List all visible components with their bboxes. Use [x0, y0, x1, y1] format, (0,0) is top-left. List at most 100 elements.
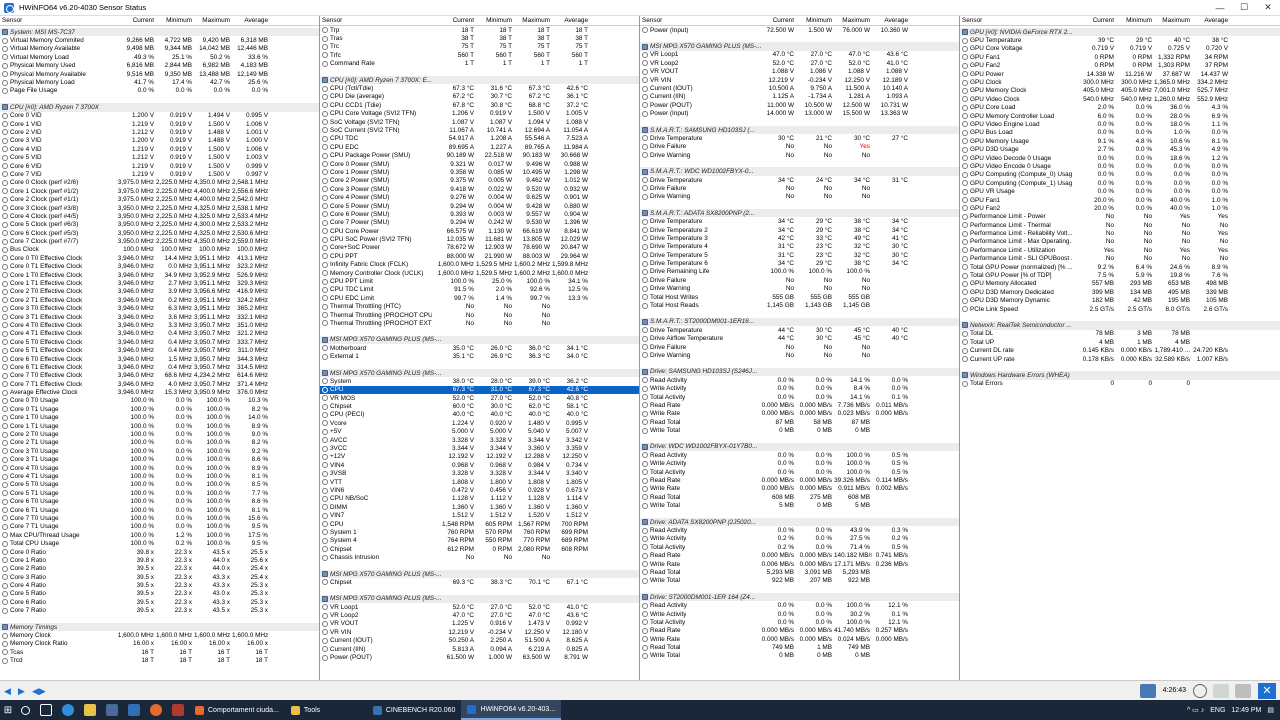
- sensor-row[interactable]: Total GPU Power [% of TDP] 7.5 % 5.9 % 19.8…: [960, 271, 1280, 279]
- sensor-row[interactable]: CPU PPT Limit 100.0 % 25.0 % 100.0 % 34.1 %: [320, 277, 639, 285]
- sensor-row[interactable]: VR Loop1 47.0 °C 27.0 °C 47.0 °C 43.6 °C: [640, 51, 959, 59]
- sensor-row[interactable]: Virtual Memory Available 9,498 MB 9,344 MB…: [0, 45, 319, 53]
- sensor-row[interactable]: Total Host Reads 1,145 GB 1,143 GB 1,145 GB: [640, 301, 959, 309]
- header-sensor[interactable]: Sensor: [320, 17, 432, 24]
- sensor-row[interactable]: Physical Memory Available 9,516 MB 9,350 M…: [0, 70, 319, 78]
- sensor-row[interactable]: Core 0 T1 Effective Clock 3,946.0 MHz 0.0 …: [0, 263, 319, 271]
- app-icon[interactable]: [172, 704, 184, 716]
- header-minimum[interactable]: Minimum: [796, 17, 834, 24]
- sensor-row[interactable]: Write Total 922 MB 207 MB 922 MB: [640, 577, 959, 585]
- sensor-row[interactable]: CPU EDC Limit 99.7 % 1.4 % 99.7 % 13.3 %: [320, 294, 639, 302]
- sensor-row[interactable]: Core 0 T0 Usage 100.0 % 0.0 % 100.0 % 10.3 %: [0, 397, 319, 405]
- sensor-group-header[interactable]: System: MSI MS-7C37: [0, 28, 319, 37]
- sensor-row[interactable]: Core 0 Clock (perf #2/6) 3,975.0 MHz 2,225…: [0, 179, 319, 187]
- sensor-row[interactable]: GPU Core Voltage 0.719 V 0.719 V 0.725 V 0.7…: [960, 45, 1280, 53]
- network-icon[interactable]: [1139, 683, 1156, 698]
- header-maximum[interactable]: Maximum: [834, 17, 872, 24]
- sensor-row[interactable]: Core 6 T1 Usage 100.0 % 0.0 % 100.0 % 8.1 %: [0, 506, 319, 514]
- sensor-row[interactable]: Core 4 Power (SMU) 9.276 W 0.004 W 9.625 W0…: [320, 193, 639, 201]
- sensor-row[interactable]: Core 6 Clock (perf #5/3) 3,950.0 MHz 2,225…: [0, 229, 319, 237]
- notification-icon[interactable]: ▤: [1267, 706, 1274, 714]
- sensor-row[interactable]: Write Rate 0.000 MB/s 0.000 MB/s 0.023 MB/s…: [640, 410, 959, 418]
- sensor-row[interactable]: GPU Fan1 0 RPM 0 RPM 1,332 RPM 34 RPM: [960, 53, 1280, 61]
- sensor-row[interactable]: Current (IIN) 1.125 A -1.734 A 1.281 A 1.093…: [640, 93, 959, 101]
- sensor-row[interactable]: +12V 12.192 V 12.192 V 12.288 V 12.250 V: [320, 453, 639, 461]
- sensor-row[interactable]: Thermal Throttling (PROCHOT CPU) No No No: [320, 311, 639, 319]
- sensor-row[interactable]: Core 6 VID 1.219 V 0.919 V 1.500 V 0.999 V: [0, 162, 319, 170]
- sensor-row[interactable]: Core 4 T1 Effective Clock 3,946.0 MHz 0.4 …: [0, 330, 319, 338]
- sensor-row[interactable]: VR VOUT 1.225 V 0.916 V 1.473 V 0.992 V: [320, 620, 639, 628]
- sensor-row[interactable]: Core 2 Power (SMU) 9.375 W 0.005 W 9.462 W1…: [320, 177, 639, 185]
- sensor-row[interactable]: CPU PPT 88.000 W 21.990 W 88.003 W 29.964 W: [320, 252, 639, 260]
- sensor-row[interactable]: Core 5 T1 Effective Clock 3,946.0 MHz 0.4 …: [0, 346, 319, 354]
- sensor-row[interactable]: Total DL 78 MB 3 MB 78 MB: [960, 330, 1280, 338]
- sensor-row[interactable]: Performance Limit - Power No No Yes Yes: [960, 213, 1280, 221]
- sensor-row[interactable]: Core 4 Clock (perf #4/5) 3,950.0 MHz 2,225…: [0, 212, 319, 220]
- sensor-row[interactable]: Drive Temperature 6 34 °C 29 °C 38 °C 34 °C: [640, 259, 959, 267]
- sensor-row[interactable]: Drive Temperature 4 31 °C 23 °C 32 °C 30 °C: [640, 243, 959, 251]
- sensor-row[interactable]: GPU Memory Clock 405.0 MHz 405.0 MHz 7,001.…: [960, 87, 1280, 95]
- edge-icon[interactable]: [62, 704, 74, 716]
- sensor-row[interactable]: Virtual Memory Load 49.3 % 25.1 % 50.2 % 33.…: [0, 53, 319, 61]
- sensor-row[interactable]: Read Rate 0.000 MB/s 0.000 MB/s 39.326 MB/s…: [640, 476, 959, 484]
- header-current[interactable]: Current: [1072, 17, 1116, 24]
- sensor-row[interactable]: Tcas 16 T 16 T 16 T 16 T: [0, 648, 319, 656]
- sensor-row[interactable]: Drive Warning No No No: [640, 151, 959, 159]
- sensor-group-header[interactable]: Drive: SAMSUNG HD103SJ (S246J...: [640, 367, 959, 377]
- arrow-left-icon[interactable]: ◀: [4, 686, 14, 696]
- sensor-column-3[interactable]: Sensor Current Minimum Maximum Average Power …: [640, 16, 960, 680]
- header-current[interactable]: Current: [112, 17, 156, 24]
- mail-icon[interactable]: [128, 704, 140, 716]
- sensor-row[interactable]: Current DL rate 0.145 KB/s 0.000 KB/s 1,789…: [960, 346, 1280, 354]
- sensor-row[interactable]: Drive Temperature 5 31 °C 23 °C 32 °C 30 °C: [640, 251, 959, 259]
- store-icon[interactable]: [106, 704, 118, 716]
- sensor-row[interactable]: Core 2 T0 Effective Clock 3,946.0 MHz 3.9 …: [0, 288, 319, 296]
- sensor-row[interactable]: Write Total 0 MB 0 MB 0 MB: [640, 426, 959, 434]
- sensor-row[interactable]: System 4 764 RPM 550 RPM 770 RPM 689 RPM: [320, 537, 639, 545]
- header-current[interactable]: Current: [752, 17, 796, 24]
- task-view-icon[interactable]: [40, 704, 52, 716]
- sensor-row[interactable]: Current UP rate 0.178 KB/s 0.000 KB/s 32.58…: [960, 355, 1280, 363]
- sensor-row[interactable]: GPU Fan1 20.0 % 0.0 % 40.0 % 1.0 %: [960, 196, 1280, 204]
- sensor-row[interactable]: Write Rate 0.000 MB/s 0.000 MB/s 0.024 MB/s…: [640, 635, 959, 643]
- sensor-row[interactable]: Core 1 T1 Effective Clock 3,946.0 MHz 2.7 …: [0, 279, 319, 287]
- sensor-row[interactable]: Core 1 T0 Usage 100.0 % 0.0 % 100.0 % 14.0 %: [0, 414, 319, 422]
- sensor-row[interactable]: CPU NB/SoC 1.128 V 1.112 V 1.128 V 1.114 V: [320, 495, 639, 503]
- sensor-row[interactable]: Write Activity 0.0 % 0.0 % 100.0 % 0.5 %: [640, 460, 959, 468]
- sensor-row[interactable]: Core 4 T1 Usage 100.0 % 0.0 % 100.0 % 8.1 %: [0, 472, 319, 480]
- windows-start-icon[interactable]: ⊞: [0, 700, 16, 720]
- sensor-row[interactable]: Thermal Throttling (HTC) No No No: [320, 303, 639, 311]
- sensor-row[interactable]: Read Total 749 MB 1 MB 749 MB: [640, 643, 959, 651]
- sensor-row[interactable]: Drive Temperature 44 °C 30 °C 45 °C 40 °C: [640, 326, 959, 334]
- sensor-row[interactable]: GPU D3D Usage 2.7 % 0.0 % 45.3 % 4.9 %: [960, 145, 1280, 153]
- sensor-row[interactable]: Core 6 Power (SMU) 9.393 W 0.003 W 9.557 W0…: [320, 210, 639, 218]
- sensor-row[interactable]: Drive Failure No No No: [640, 184, 959, 192]
- sensor-row[interactable]: Memory Controller Clock (UCLK) 1,600.0 MH…: [320, 269, 639, 277]
- sensor-row[interactable]: VIN4 0.968 V 0.968 V 0.984 V 0.734 V: [320, 461, 639, 469]
- sensor-row[interactable]: Current (IOUT) 50.250 A 2.250 A 51.500 A 8.6…: [320, 637, 639, 645]
- sensor-group-header[interactable]: CPU [#0]: AMD Ryzen 7 3700X: [0, 103, 319, 112]
- sensor-row[interactable]: GPU Video Encode 0 Usage 0.0 % 0.0 % 0.0 % 0…: [960, 162, 1280, 170]
- sensor-row[interactable]: Drive Temperature 30 °C 21 °C 30 °C 27 °C: [640, 134, 959, 142]
- sensor-row[interactable]: 3VSB 3.328 V 3.328 V 3.344 V 3.340 V: [320, 470, 639, 478]
- sensor-row[interactable]: Total Activity 0.2 % 0.0 % 71.4 % 0.5 %: [640, 543, 959, 551]
- sensor-row[interactable]: Core 6 T0 Effective Clock 3,946.0 MHz 1.5 …: [0, 355, 319, 363]
- sensor-row[interactable]: CPU EDC 89.695 A 1.227 A 89.765 A 11.984 A: [320, 143, 639, 151]
- sensor-row[interactable]: Core 2 T1 Effective Clock 3,946.0 MHz 0.2 …: [0, 296, 319, 304]
- header-maximum[interactable]: Maximum: [514, 17, 552, 24]
- sensor-row[interactable]: Page File Usage 0.0 % 0.0 % 0.0 % 0.0 %: [0, 87, 319, 95]
- sensor-row[interactable]: Core 1 T0 Effective Clock 3,946.0 MHz 34.9…: [0, 271, 319, 279]
- sensor-group-header[interactable]: MSI MPG X570 GAMING PLUS (MS-...: [320, 594, 639, 603]
- sensor-row[interactable]: Core 2 Ratio 39.5 x 22.3 x 44.0 x 25.4 x: [0, 565, 319, 573]
- header-minimum[interactable]: Minimum: [476, 17, 514, 24]
- sensor-row[interactable]: VR MOS 52.0 °C 27.0 °C 52.0 °C 40.8 °C: [320, 394, 639, 402]
- sensor-row[interactable]: GPU Memory Usage 9.1 % 4.8 % 10.6 % 8.1 %: [960, 137, 1280, 145]
- sensor-row[interactable]: Total Activity 0.0 % 0.0 % 100.0 % 12.1 %: [640, 618, 959, 626]
- sensor-row[interactable]: Read Rate 0.000 MB/s 0.000 MB/s 41.740 MB/s…: [640, 627, 959, 635]
- sensor-row[interactable]: Trfc 560 T 560 T 560 T 560 T: [320, 51, 639, 59]
- sensor-row[interactable]: Write Activity 0.0 % 0.0 % 8.4 % 0.0 %: [640, 384, 959, 392]
- sensor-row[interactable]: SoC Voltage (SVI2 TFN) 1.087 V 1.087 V 1.09…: [320, 118, 639, 126]
- header-minimum[interactable]: Minimum: [156, 17, 194, 24]
- taskbar-clock[interactable]: 12:49 PM: [1231, 707, 1261, 714]
- sensor-row[interactable]: Write Activity 0.0 % 0.0 % 30.2 % 0.1 %: [640, 610, 959, 618]
